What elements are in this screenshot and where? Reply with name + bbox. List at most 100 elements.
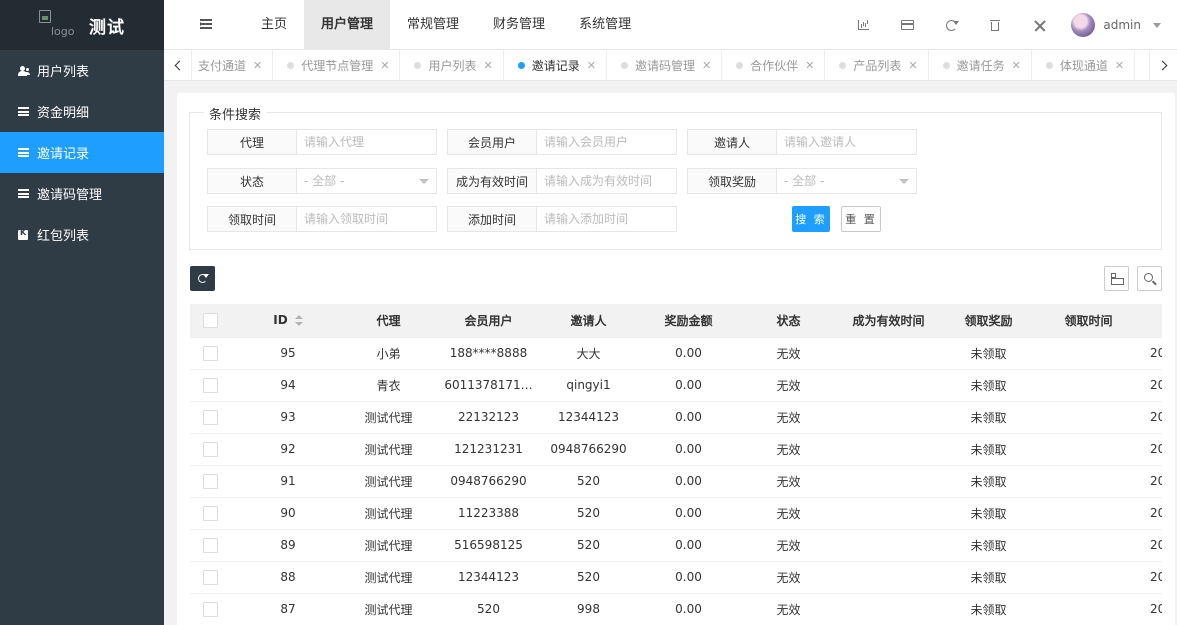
cell-agent: 测试代理 bbox=[346, 561, 431, 594]
tabs-scroll-left-button[interactable] bbox=[164, 50, 192, 80]
nav-home[interactable]: 主页 bbox=[244, 0, 304, 50]
cell-claim-time bbox=[1031, 561, 1146, 594]
member-field: 会员用户 请输入会员用户 bbox=[447, 129, 677, 155]
table-row[interactable]: 91测试代理09487662905200.00无效 未领取 2023 bbox=[190, 465, 1162, 498]
close-icon[interactable]: ✕ bbox=[908, 59, 917, 72]
column-filter-button[interactable] bbox=[1104, 266, 1129, 291]
sidebar-item-invite-code[interactable]: 邀请码管理 bbox=[0, 173, 164, 214]
row-checkbox[interactable] bbox=[190, 401, 230, 434]
fullscreen-icon[interactable] bbox=[1017, 0, 1061, 50]
cell-id: 94 bbox=[230, 369, 346, 402]
close-icon[interactable]: ✕ bbox=[1115, 59, 1124, 72]
nav-finance-management[interactable]: 财务管理 bbox=[476, 0, 562, 50]
tabs-scroll-right-button[interactable] bbox=[1149, 50, 1177, 80]
nav-general-management[interactable]: 常规管理 bbox=[390, 0, 476, 50]
user-menu[interactable]: admin bbox=[1061, 0, 1177, 50]
row-checkbox[interactable] bbox=[190, 465, 230, 498]
sort-icon[interactable] bbox=[294, 315, 303, 327]
table-row[interactable]: 95小弟188****8888大大0.00无效 未领取 2023 bbox=[190, 337, 1162, 370]
sidebar-item-fund-details[interactable]: 资金明细 bbox=[0, 91, 164, 132]
search-panel: 条件搜索 代理 请输入代理 会员用户 请输入会员用户 邀请人 请输入邀请人 状态… bbox=[189, 104, 1162, 250]
row-checkbox[interactable] bbox=[190, 337, 230, 370]
cell-amount: 0.00 bbox=[631, 433, 746, 466]
list-icon bbox=[16, 189, 30, 198]
member-input[interactable]: 请输入会员用户 bbox=[537, 129, 677, 155]
cell-amount: 0.00 bbox=[631, 369, 746, 402]
tab-label: 代理节点管理 bbox=[301, 58, 374, 73]
tab-withdraw-channel[interactable]: 体现通道 ✕ bbox=[1032, 50, 1136, 80]
tab-dot bbox=[942, 61, 950, 69]
table-row[interactable]: 88测试代理123441235200.00无效 未领取 2023 bbox=[190, 561, 1162, 594]
tab-products[interactable]: 产品列表 ✕ bbox=[825, 50, 929, 80]
cell-status: 无效 bbox=[746, 369, 831, 402]
cell-agent: 测试代理 bbox=[346, 433, 431, 466]
close-icon[interactable]: ✕ bbox=[702, 59, 711, 72]
claim-time-field: 领取时间 请输入领取时间 bbox=[207, 206, 437, 232]
nav-system-management[interactable]: 系统管理 bbox=[562, 0, 648, 50]
chart-icon[interactable] bbox=[841, 0, 885, 50]
table-row[interactable]: 89测试代理5165981255200.00无效 未领取 2023 bbox=[190, 529, 1162, 562]
nav-user-management[interactable]: 用户管理 bbox=[304, 0, 391, 50]
tab-label: 邀请记录 bbox=[531, 58, 580, 73]
cell-claim-time bbox=[1031, 529, 1146, 562]
cell-amount: 0.00 bbox=[631, 465, 746, 498]
row-checkbox[interactable] bbox=[190, 529, 230, 562]
row-checkbox[interactable] bbox=[190, 561, 230, 594]
table-search-button[interactable] bbox=[1137, 266, 1162, 291]
table-row[interactable]: 87测试代理5209980.00无效 未领取 2023 bbox=[190, 593, 1162, 625]
row-checkbox[interactable] bbox=[190, 497, 230, 530]
col-header-id[interactable]: ID bbox=[230, 304, 346, 338]
reset-button[interactable]: 重 置 bbox=[841, 206, 881, 232]
close-icon[interactable]: ✕ bbox=[483, 59, 492, 72]
tab-label: 产品列表 bbox=[853, 58, 902, 73]
cell-reward: 未领取 bbox=[946, 529, 1031, 562]
table-row[interactable]: 90测试代理112233885200.00无效 未领取 2023 bbox=[190, 497, 1162, 530]
cell-inviter: 0948766290 bbox=[546, 433, 631, 466]
close-icon[interactable]: ✕ bbox=[1012, 59, 1021, 72]
menu-toggle-icon[interactable] bbox=[200, 19, 212, 29]
table-row[interactable]: 92测试代理12123123109487662900.00无效 未领取 2023 bbox=[190, 433, 1162, 466]
card-icon[interactable] bbox=[885, 0, 929, 50]
reward-select[interactable]: - 全部 - bbox=[777, 168, 917, 194]
close-icon[interactable]: ✕ bbox=[587, 59, 596, 72]
field-label: 领取时间 bbox=[207, 206, 297, 232]
tab-dot bbox=[839, 61, 847, 69]
cell-inviter: 520 bbox=[546, 529, 631, 562]
row-checkbox[interactable] bbox=[190, 593, 230, 625]
search-button[interactable]: 搜 索 bbox=[792, 206, 830, 232]
row-checkbox[interactable] bbox=[190, 433, 230, 466]
tab-invite-code[interactable]: 邀请码管理 ✕ bbox=[607, 50, 723, 80]
add-time-input[interactable]: 请输入添加时间 bbox=[537, 206, 677, 232]
table-refresh-button[interactable] bbox=[190, 266, 215, 291]
claim-time-input[interactable]: 请输入领取时间 bbox=[297, 206, 437, 232]
row-checkbox[interactable] bbox=[190, 369, 230, 402]
refresh-icon[interactable] bbox=[929, 0, 973, 50]
table-row[interactable]: 93测试代理22132123123441230.00无效 未领取 2023 bbox=[190, 401, 1162, 434]
cell-agent: 测试代理 bbox=[346, 529, 431, 562]
tab-partners[interactable]: 合作伙伴 ✕ bbox=[722, 50, 826, 80]
tab-agent-node[interactable]: 代理节点管理 ✕ bbox=[273, 50, 401, 80]
status-select[interactable]: - 全部 - bbox=[297, 168, 437, 194]
select-all-checkbox[interactable] bbox=[190, 304, 230, 338]
tab-payment-channel[interactable]: 支付通道 ✕ bbox=[192, 50, 274, 80]
sidebar-item-red-packets[interactable]: 红包列表 bbox=[0, 214, 164, 255]
tab-invite-tasks[interactable]: 邀请任务 ✕ bbox=[929, 50, 1032, 80]
valid-time-input[interactable]: 请输入成为有效时间 bbox=[537, 168, 677, 194]
cell-id: 90 bbox=[230, 497, 346, 530]
tab-user-list[interactable]: 用户列表 ✕ bbox=[400, 50, 504, 80]
field-label: 添加时间 bbox=[447, 206, 537, 232]
table-row[interactable]: 94青衣6011378171…qingyi10.00无效 未领取 2023 bbox=[190, 369, 1162, 402]
cell-id: 87 bbox=[230, 593, 346, 625]
cell-claim-time bbox=[1031, 369, 1146, 402]
sidebar-item-user-list[interactable]: 用户列表 bbox=[0, 50, 164, 91]
trash-icon[interactable] bbox=[973, 0, 1017, 50]
close-icon[interactable]: ✕ bbox=[253, 59, 262, 72]
tab-invite-records[interactable]: 邀请记录 ✕ bbox=[504, 50, 607, 80]
inviter-input[interactable]: 请输入邀请人 bbox=[777, 129, 917, 155]
close-icon[interactable]: ✕ bbox=[380, 59, 389, 72]
col-header-status: 状态 bbox=[746, 304, 831, 338]
agent-input[interactable]: 请输入代理 bbox=[297, 129, 437, 155]
sidebar-item-invite-records[interactable]: 邀请记录 bbox=[0, 132, 164, 173]
field-label: 邀请人 bbox=[687, 129, 777, 155]
close-icon[interactable]: ✕ bbox=[805, 59, 814, 72]
